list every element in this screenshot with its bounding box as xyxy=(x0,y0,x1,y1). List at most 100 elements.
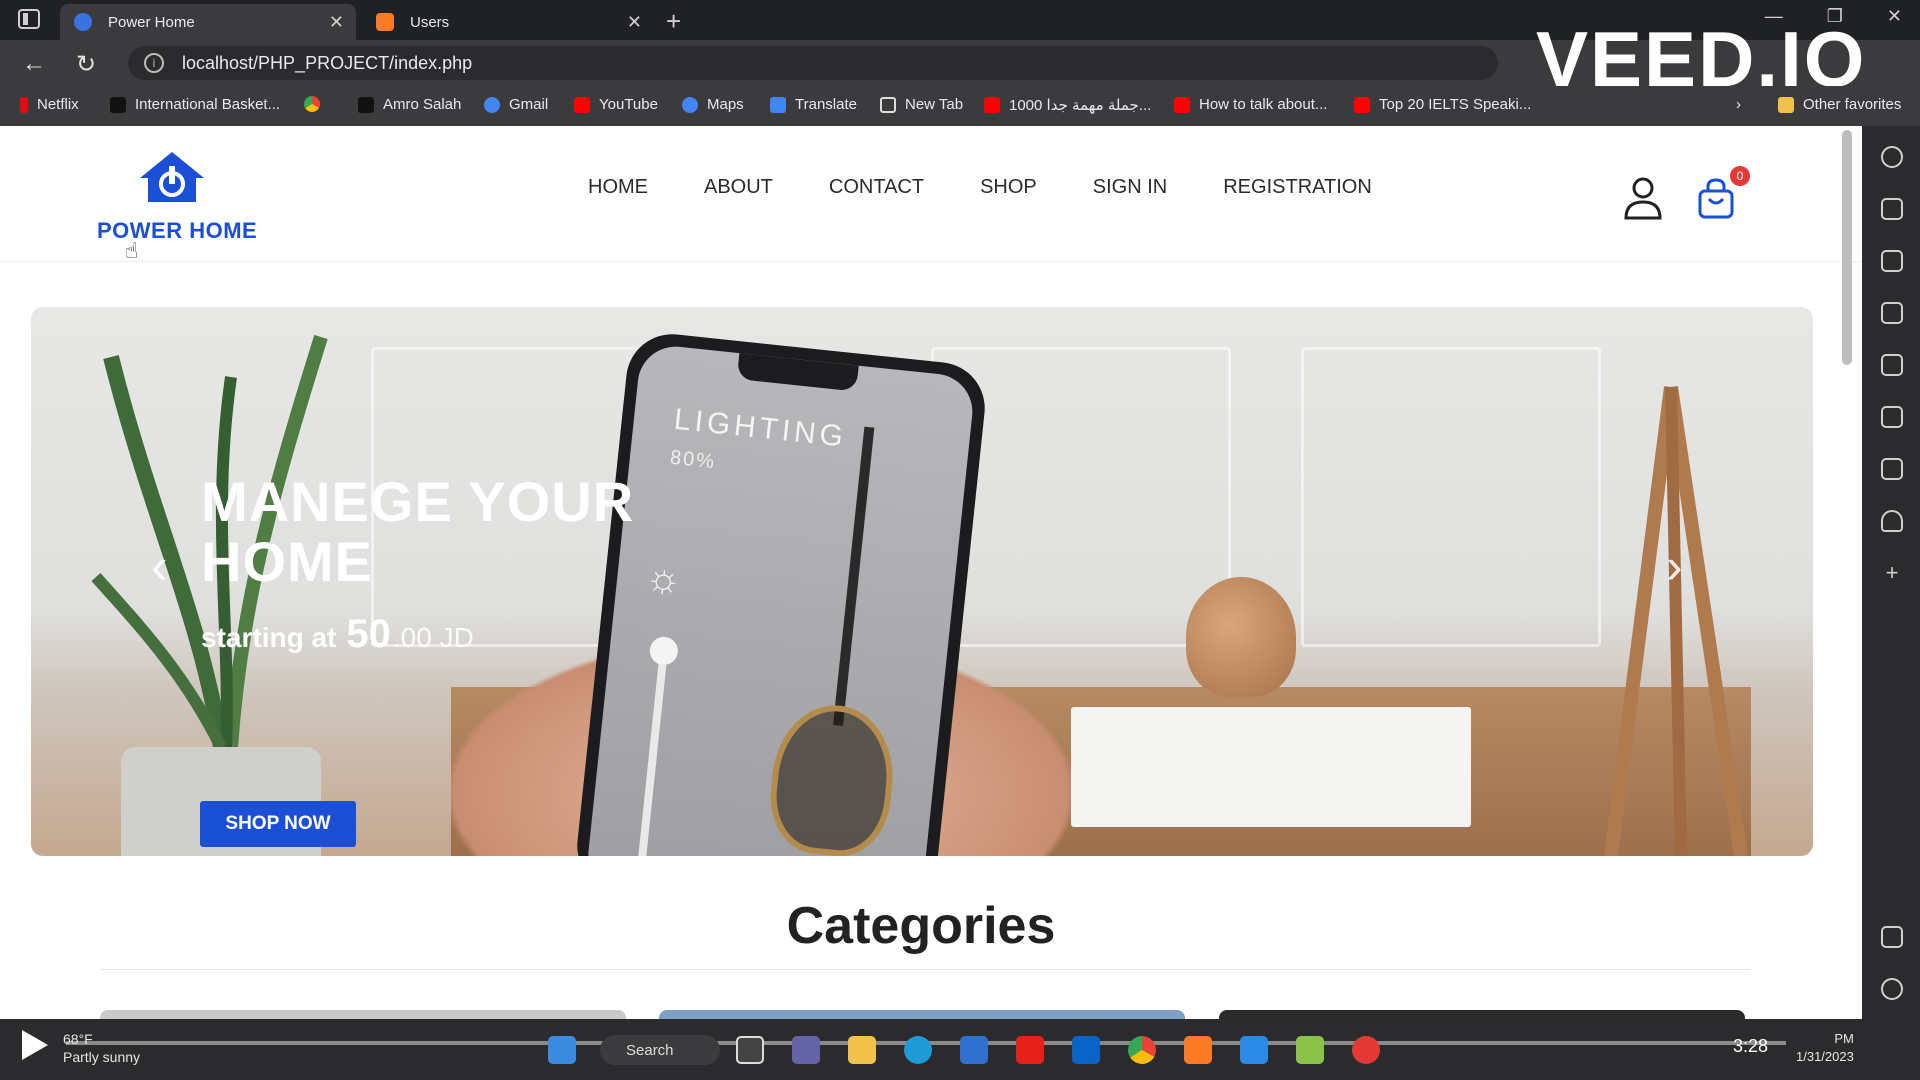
nav-shop[interactable]: SHOP xyxy=(980,176,1037,199)
vscode-icon[interactable] xyxy=(1240,1036,1268,1064)
bookmark-amro-salah[interactable]: Amro Salah xyxy=(358,96,461,113)
browser-sidebar: + xyxy=(1862,126,1920,1019)
phone-screen: LIGHTING 80% ☼ xyxy=(584,342,977,856)
category-card[interactable] xyxy=(100,1010,626,1019)
games-icon[interactable] xyxy=(1881,354,1903,376)
store-icon[interactable] xyxy=(960,1036,988,1064)
weather-temp: 68°F xyxy=(63,1031,93,1047)
globe-icon xyxy=(74,13,92,31)
bookmark-netflix[interactable]: Netflix xyxy=(20,96,79,113)
bell-icon[interactable] xyxy=(1881,510,1903,532)
bookmark-translate[interactable]: Translate xyxy=(770,96,857,113)
recorder-icon[interactable] xyxy=(1352,1036,1380,1064)
info-icon[interactable]: i xyxy=(144,53,164,73)
shapes-icon[interactable] xyxy=(1881,198,1903,220)
carousel-prev-icon[interactable]: ‹ xyxy=(151,537,168,595)
nav-about[interactable]: ABOUT xyxy=(704,176,773,199)
tab-title: Users xyxy=(410,13,450,31)
category-card[interactable] xyxy=(659,1010,1185,1019)
shop-now-button[interactable]: SHOP NOW xyxy=(200,801,356,847)
bookmark-maps[interactable]: Maps xyxy=(682,96,744,113)
play-icon[interactable] xyxy=(22,1030,48,1060)
tab-power-home[interactable]: Power Home ✕ xyxy=(60,4,356,40)
task-view-icon[interactable] xyxy=(736,1036,764,1064)
hero-price-amount: 50 xyxy=(346,612,391,656)
user-icon[interactable] xyxy=(1623,176,1663,220)
chrome-icon xyxy=(304,96,320,112)
main-nav: HOME ABOUT CONTACT SHOP SIGN IN REGISTRA… xyxy=(560,176,1400,199)
google-icon xyxy=(484,96,500,113)
close-icon[interactable]: ✕ xyxy=(329,12,344,33)
new-tab-icon[interactable]: + xyxy=(666,6,681,37)
logo-text[interactable]: POWER HOME xyxy=(97,218,257,244)
tag-icon[interactable] xyxy=(1881,250,1903,272)
phone-lighting-label: LIGHTING xyxy=(672,402,849,454)
bookmark-how-to-talk[interactable]: How to talk about... xyxy=(1174,96,1327,113)
tripod-lamp-image xyxy=(1604,385,1748,856)
wall-panel xyxy=(1301,347,1601,647)
bookmark-gmail[interactable]: Gmail xyxy=(484,96,548,113)
close-icon[interactable]: ✕ xyxy=(627,12,642,33)
close-window-icon[interactable]: ✕ xyxy=(1887,6,1902,27)
other-favorites[interactable]: Other favorites xyxy=(1778,96,1901,113)
tab-users[interactable]: Users ✕ xyxy=(362,4,654,40)
category-card[interactable] xyxy=(1219,1010,1745,1019)
outlook-app-icon[interactable] xyxy=(1072,1036,1100,1064)
hero-title: MANEGE YOUR HOME xyxy=(201,470,635,593)
bookmark-ielts[interactable]: Top 20 IELTS Speaki... xyxy=(1354,96,1531,113)
url-input[interactable]: i localhost/PHP_PROJECT/index.php xyxy=(128,46,1498,80)
folder-icon xyxy=(1778,96,1794,113)
nav-home[interactable]: HOME xyxy=(588,176,648,199)
weather-widget[interactable]: 68°F Partly sunny xyxy=(63,1030,140,1066)
file-explorer-icon[interactable] xyxy=(848,1036,876,1064)
nav-contact[interactable]: CONTACT xyxy=(829,176,924,199)
lamp-bulb-image xyxy=(764,699,900,856)
back-icon[interactable]: ← xyxy=(22,50,46,78)
netflix-icon xyxy=(20,96,28,113)
amro-icon xyxy=(358,96,374,113)
tab-title: Power Home xyxy=(108,13,195,31)
bookmarks-overflow-icon[interactable]: › xyxy=(1736,96,1741,113)
brightness-slider xyxy=(637,646,669,856)
youtube-icon xyxy=(574,96,590,113)
teams-icon[interactable] xyxy=(792,1036,820,1064)
youtube-app-icon[interactable] xyxy=(1016,1036,1044,1064)
phone-lighting-value: 80% xyxy=(668,446,718,474)
bookmark-basketball[interactable]: International Basket... xyxy=(110,96,280,113)
hand-cursor-icon: ☝ xyxy=(125,238,139,263)
hero-price-currency: .00 JD xyxy=(392,622,474,653)
office-icon[interactable] xyxy=(1881,406,1903,428)
page-scrollbar[interactable] xyxy=(1842,130,1852,365)
taskbar-search[interactable]: Search xyxy=(600,1035,720,1065)
system-clock[interactable]: PM 1/31/2023 xyxy=(1796,1030,1854,1066)
bookmark-chrome[interactable] xyxy=(304,96,329,112)
smartphone-image: LIGHTING 80% ☼ xyxy=(572,329,990,856)
url-text: localhost/PHP_PROJECT/index.php xyxy=(182,52,473,73)
app-icon[interactable] xyxy=(1296,1036,1324,1064)
bookmark-new-tab[interactable]: New Tab xyxy=(880,96,963,113)
edge-icon[interactable] xyxy=(904,1036,932,1064)
tab-actions-icon[interactable] xyxy=(18,9,40,29)
xampp-app-icon[interactable] xyxy=(1184,1036,1212,1064)
outlook-icon[interactable] xyxy=(1881,458,1903,480)
chrome-app-icon[interactable] xyxy=(1128,1036,1156,1064)
sidebar-toggle-icon[interactable] xyxy=(1881,926,1903,948)
nav-registration[interactable]: REGISTRATION xyxy=(1223,176,1372,199)
reload-icon[interactable]: ↻ xyxy=(76,50,96,79)
carousel-next-icon[interactable]: › xyxy=(1666,537,1683,595)
xampp-icon xyxy=(376,13,394,31)
briefcase-icon[interactable] xyxy=(1881,302,1903,324)
windows-start-icon[interactable] xyxy=(548,1036,576,1064)
sideboard-drawer-image xyxy=(1071,707,1471,827)
bookmark-youtube[interactable]: YouTube xyxy=(574,96,658,113)
search-icon[interactable] xyxy=(1881,146,1903,168)
weather-desc: Partly sunny xyxy=(63,1049,141,1065)
add-icon[interactable]: + xyxy=(1881,562,1903,584)
bookmark-arabic-sentences[interactable]: 1000 جملة مهمة جدا... xyxy=(984,96,1151,114)
settings-icon[interactable] xyxy=(1881,978,1903,1000)
house-logo-icon[interactable] xyxy=(138,150,206,204)
video-timecode: 3:28 xyxy=(1733,1036,1769,1056)
hero-starting-text: starting at xyxy=(201,622,337,653)
nav-sign-in[interactable]: SIGN IN xyxy=(1093,176,1167,199)
shopping-bag-icon[interactable] xyxy=(1696,178,1736,220)
